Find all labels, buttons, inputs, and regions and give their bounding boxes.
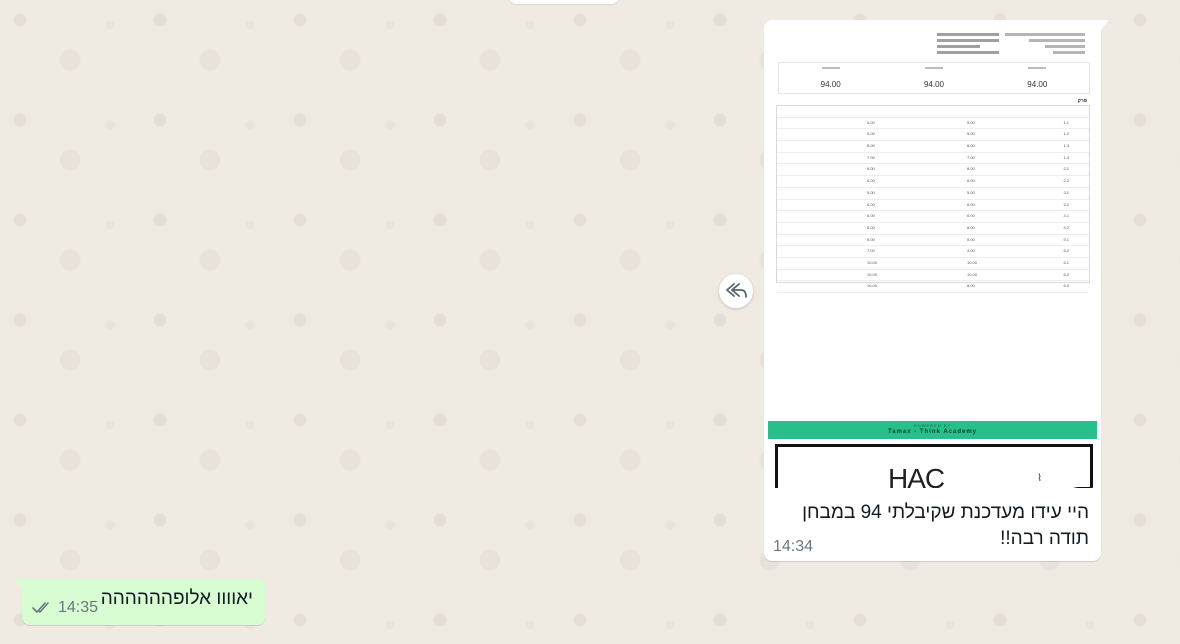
- table-cell: 5.00: [967, 119, 975, 125]
- table-row: 6.00 6.00 4.1: [777, 211, 1089, 223]
- double-check-icon: [32, 602, 49, 613]
- table-cell: 10.00: [867, 283, 878, 289]
- table-cell: 8.00: [967, 283, 975, 289]
- message-line: תודה רבה!!: [1000, 528, 1089, 549]
- score-cell: 94.00: [986, 63, 1089, 93]
- table-cell: 4.00: [967, 248, 975, 254]
- score-cell: 94.00: [779, 63, 882, 93]
- reply-button[interactable]: [719, 274, 753, 308]
- table-cell: 8.00: [967, 143, 975, 149]
- table-row: 10.00 10.00 6.2: [777, 270, 1089, 282]
- table-cell: 10.00: [967, 271, 978, 277]
- table-cell: 1.4: [1063, 154, 1069, 160]
- incoming-message-bubble[interactable]: 94.00 94.00 94.00 פרק 5.00 5.00 1.1 5.00 5.0…: [764, 20, 1109, 561]
- table-row: 7.00 4.00 5.2: [777, 246, 1089, 258]
- table-cell: 2.1: [1063, 166, 1069, 172]
- message-meta: 14:35: [32, 599, 98, 617]
- table-cell: 6.00: [967, 213, 975, 219]
- table-cell: 8.00: [867, 166, 875, 172]
- table-row: 7.00 7.00 1.4: [777, 153, 1089, 165]
- powered-by-label: POWERED BY: [913, 423, 952, 428]
- table-cell: 1.2: [1063, 131, 1069, 137]
- score-cell: 94.00: [882, 63, 985, 93]
- table-cell: 6.2: [1063, 271, 1069, 277]
- table-cell: 6.3: [1063, 283, 1069, 289]
- powered-by-band: POWERED BY Tamax - Think Academy: [768, 421, 1097, 439]
- table-cell: 5.00: [867, 131, 875, 137]
- receipt-document: 94.00 94.00 94.00 פרק 5.00 5.00 1.1 5.00 5.0…: [768, 24, 1097, 488]
- table-cell: 6.1: [1063, 259, 1069, 265]
- score-value: 94.00: [1027, 80, 1048, 89]
- score-value: 94.00: [820, 80, 841, 89]
- table-row: 5.00 5.00 1.1: [777, 118, 1089, 130]
- table-cell: 4.2: [1063, 224, 1069, 230]
- table-cell: 8.00: [867, 143, 875, 149]
- section-label: פרק: [1077, 98, 1087, 104]
- score-summary: 94.00 94.00 94.00: [778, 62, 1090, 94]
- table-cell: 6.00: [867, 201, 875, 207]
- hac-logo-text: HAC: [888, 463, 945, 488]
- table-cell: 5.1: [1063, 236, 1069, 242]
- table-row: 5.00 5.00 3.1: [777, 188, 1089, 200]
- table-cell: 5.00: [967, 131, 975, 137]
- table-row: 10.00 8.00 6.3: [777, 281, 1089, 293]
- table-row: 6.00 6.00 2.2: [777, 176, 1089, 188]
- table-cell: 3.1: [1063, 189, 1069, 195]
- table-row: 6.00 6.00 3.2: [777, 200, 1089, 212]
- table-cell: 5.00: [967, 236, 975, 242]
- table-cell: 10.00: [867, 271, 878, 277]
- table-cell: 5.2: [1063, 248, 1069, 254]
- reply-all-icon: [726, 283, 747, 298]
- table-cell: 4.1: [1063, 213, 1069, 219]
- message-text: היי עידו מעדכנת שקיבלתי 94 במבחן תודה רב…: [789, 500, 1089, 552]
- message-image[interactable]: 94.00 94.00 94.00 פרק 5.00 5.00 1.1 5.00 5.0…: [768, 24, 1097, 488]
- score-value: 94.00: [923, 80, 944, 89]
- table-cell: 7.00: [967, 154, 975, 160]
- table-cell: 6.00: [967, 201, 975, 207]
- table-cell: 5.00: [867, 236, 875, 242]
- receipt-header-details: [1005, 30, 1085, 57]
- table-header-row: [777, 106, 1089, 118]
- table-cell: 6.00: [867, 213, 875, 219]
- date-chip: [510, 0, 618, 4]
- table-cell: 10.00: [867, 259, 878, 265]
- table-row: 8.00 8.00 1.3: [777, 141, 1089, 153]
- table-row: 5.00 5.00 5.1: [777, 235, 1089, 247]
- table-cell: 2.2: [1063, 178, 1069, 184]
- powered-by-name: Tamax - Think Academy: [887, 429, 978, 435]
- message-line: היי עידו מעדכנת שקיבלתי 94 במבחן: [802, 502, 1089, 523]
- table-cell: 6.00: [967, 178, 975, 184]
- table-row: 8.00 8.00 4.2: [777, 223, 1089, 235]
- message-time: 14:34: [773, 538, 814, 555]
- table-cell: 1.3: [1063, 143, 1069, 149]
- table-cell: 5.00: [867, 189, 875, 195]
- bubble-tail: [14, 579, 22, 589]
- table-cell: 7.00: [867, 154, 875, 160]
- table-cell: 1.1: [1063, 119, 1069, 125]
- table-cell: 6.00: [867, 178, 875, 184]
- table-row: 5.00 5.00 1.2: [777, 129, 1089, 142]
- receipt-header-values: [937, 30, 999, 57]
- bubble-tail: [1101, 20, 1109, 30]
- table-cell: 8.00: [967, 224, 975, 230]
- table-cell: 10.00: [967, 259, 978, 265]
- grades-table: 5.00 5.00 1.1 5.00 5.00 1.2 8.00 8.00 1.3 7.00 7.0…: [776, 105, 1090, 293]
- table-cell: 8.00: [867, 224, 875, 230]
- logo-mark-icon: ⌇: [1037, 473, 1042, 484]
- table-row: 8.00 8.00 2.1: [777, 164, 1089, 177]
- logo-corner: [1068, 487, 1090, 488]
- table-cell: 8.00: [967, 166, 975, 172]
- outgoing-message-bubble[interactable]: יאוווו אלופהההההה 14:35: [14, 579, 265, 625]
- message-text: יאוווו אלופהההההה: [100, 588, 253, 609]
- hac-logo-frame: HAC ⌇: [775, 444, 1093, 488]
- table-cell: 5.00: [867, 119, 875, 125]
- message-time: 14:35: [58, 599, 99, 616]
- table-cell: 5.00: [967, 189, 975, 195]
- table-cell: 3.2: [1063, 201, 1069, 207]
- table-cell: 7.00: [867, 248, 875, 254]
- table-row: 10.00 10.00 6.1: [777, 258, 1089, 270]
